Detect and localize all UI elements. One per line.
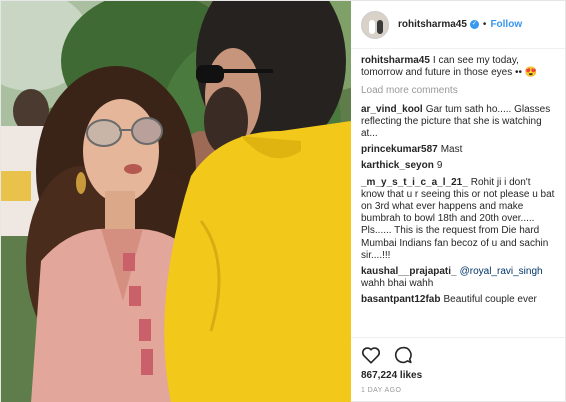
post-sidebar: rohitsharma45 ✓ • Follow rohitsharma45 I … [351,1,565,402]
comment-text: 9 [436,160,443,172]
caption-username[interactable]: rohitsharma45 [361,55,430,66]
comment-bubble-icon[interactable] [393,346,413,364]
comment-text: wahh bhai wahh [361,278,434,290]
post-caption: rohitsharma45 I can see my today, tomorro… [361,55,555,79]
couple-photo-illustration [1,1,351,402]
comment-username[interactable]: _m_y_s_t_i_c_a_l_21_ [361,177,468,188]
post-header: rohitsharma45 ✓ • Follow [351,1,565,49]
post-photo[interactable] [1,1,351,402]
verified-badge-icon: ✓ [469,20,479,29]
comment-username[interactable]: basantpant12fab [361,294,440,305]
likes-count[interactable]: 867,224 likes [361,370,555,381]
comment-text: Mast [440,144,463,156]
comment-text: Rohit ji i don't know that u r seeing th… [361,176,555,261]
header-username[interactable]: rohitsharma45 [398,19,467,30]
avatar[interactable] [361,10,389,39]
comment-text: Beautiful couple ever [443,294,537,306]
comment-item: basantpant12fab Beautiful couple ever [361,294,555,306]
action-icons [361,346,555,364]
header-separator: • [482,19,487,30]
comment-username[interactable]: ar_vind_kool [361,104,423,115]
load-more-comments-button[interactable]: Load more comments [361,85,555,97]
heart-icon[interactable] [361,346,381,364]
comment-item: princekumar587 Mast [361,144,555,156]
comment-item: kaushal__prajapati_ @royal_ravi_singh wah… [361,266,555,290]
comment-item: _m_y_s_t_i_c_a_l_21_ Rohit ji i don't kno… [361,177,555,262]
instagram-post: rohitsharma45 ✓ • Follow rohitsharma45 I … [0,0,566,402]
post-timestamp[interactable]: 1 DAY AGO [361,387,555,394]
comment-username[interactable]: princekumar587 [361,144,438,155]
comment-item: ar_vind_kool Gar tum sath ho..... Glasses… [361,104,555,141]
comment-item: karthick_seyon 9 [361,160,555,172]
post-actions: 867,224 likes 1 DAY AGO [351,337,565,402]
follow-button[interactable]: Follow [490,19,522,30]
comment-username[interactable]: karthick_seyon [361,160,434,171]
comment-mention-link[interactable]: @royal_ravi_singh [460,266,543,277]
comment-username[interactable]: kaushal__prajapati_ [361,266,457,277]
comments-section: rohitsharma45 I can see my today, tomorro… [351,49,565,337]
